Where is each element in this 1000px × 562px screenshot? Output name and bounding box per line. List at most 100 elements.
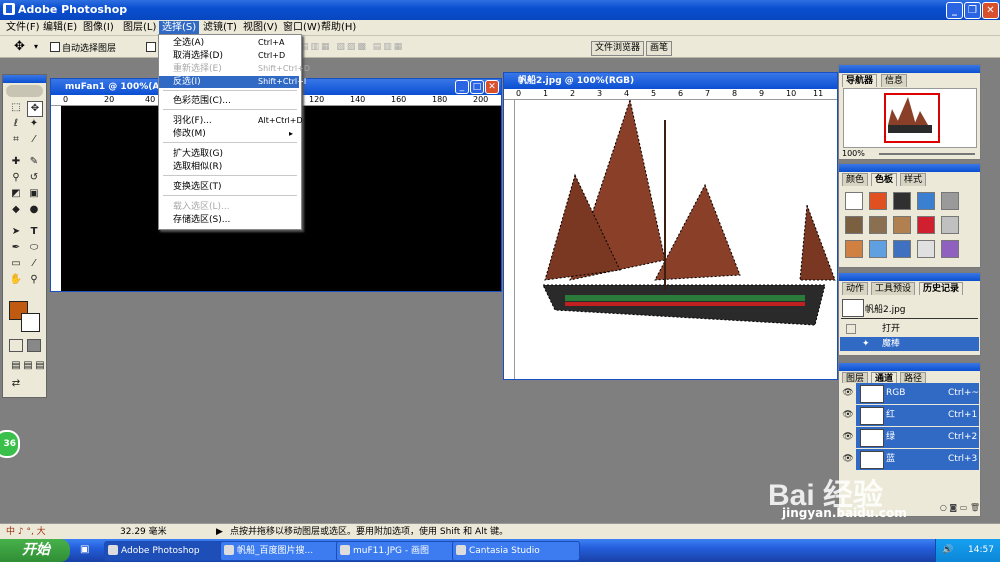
tray-icons[interactable]: 🔊 <box>942 539 953 562</box>
task-paint[interactable]: muF11.JPG - 画图 <box>336 541 464 561</box>
healing-brush-icon[interactable]: ✚ <box>9 155 23 169</box>
magic-wand-tool-icon[interactable]: ✦ <box>27 117 41 131</box>
menu-help[interactable]: 帮助(H) <box>318 21 359 34</box>
menu-item-save-selection[interactable]: 存储选区(S)... <box>159 214 299 226</box>
play-arrow-icon[interactable]: ▶ <box>216 524 223 540</box>
color-swatch[interactable] <box>893 216 911 234</box>
type-tool-icon[interactable]: T <box>27 225 41 239</box>
doc1-maximize-button[interactable]: □ <box>470 80 484 94</box>
channel-row-green[interactable]: 👁 绿 Ctrl+2 <box>840 427 979 449</box>
jump-to-imageready-icon[interactable]: ⇄ <box>9 377 23 391</box>
shape-tool-icon[interactable]: ⬭ <box>27 241 41 255</box>
menu-select[interactable]: 选择(S) <box>159 21 200 34</box>
maximize-button[interactable]: ❐ <box>964 2 981 19</box>
recording-badge[interactable]: 36 <box>0 430 20 458</box>
menu-item-feather[interactable]: 羽化(F)... Alt+Ctrl+D <box>159 115 303 127</box>
menu-item-select-all[interactable]: 全选(A) Ctrl+A <box>159 37 299 49</box>
minimize-button[interactable]: _ <box>946 2 963 19</box>
align-icons[interactable]: ▤▥▦ ▧▨▩ ▤▥▦ <box>300 42 404 52</box>
color-swatch[interactable] <box>941 216 959 234</box>
history-brush-icon[interactable]: ↺ <box>27 171 41 185</box>
color-swatch[interactable] <box>917 192 935 210</box>
history-item-open[interactable]: 打开 <box>840 322 979 336</box>
visibility-eye-icon[interactable]: 👁 <box>840 427 856 448</box>
menu-view[interactable]: 视图(V) <box>240 21 281 34</box>
doc1-close-button[interactable]: ✕ <box>485 80 499 94</box>
lasso-tool-icon[interactable]: ℓ <box>9 117 23 131</box>
background-color-swatch[interactable] <box>21 313 40 332</box>
hand-tool-icon[interactable]: ✋ <box>9 273 23 287</box>
toolbox-header[interactable] <box>3 75 46 83</box>
tab-tool-presets[interactable]: 工具预设 <box>871 282 916 295</box>
menu-item-color-range[interactable]: 色彩范围(C)... <box>159 95 299 107</box>
navigator-zoom-slider[interactable] <box>879 153 975 155</box>
task-baidu-images[interactable]: 帆船_百度图片搜... <box>220 541 348 561</box>
standard-mode-icon[interactable] <box>9 339 23 352</box>
menu-item-inverse[interactable]: 反选(I) Shift+Ctrl+I <box>159 76 306 88</box>
slice-tool-icon[interactable]: ⁄ <box>27 133 41 147</box>
history-brush-source-icon[interactable] <box>846 324 856 334</box>
eraser-tool-icon[interactable]: ◩ <box>9 187 23 201</box>
auto-select-checkbox[interactable] <box>50 42 60 53</box>
zoom-tool-icon[interactable]: ⚲ <box>27 273 41 287</box>
start-button[interactable]: 开始 <box>0 539 70 562</box>
pen-tool-icon[interactable]: ✒ <box>9 241 23 255</box>
color-swatch[interactable] <box>869 216 887 234</box>
document-title-bar[interactable]: 帆船2.jpg @ 100%(RGB) <box>504 73 837 89</box>
menu-filter[interactable]: 滤镜(T) <box>200 21 240 34</box>
show-bounding-checkbox[interactable] <box>146 42 156 53</box>
color-swatch[interactable] <box>941 240 959 258</box>
visibility-eye-icon[interactable]: 👁 <box>840 405 856 426</box>
dodge-tool-icon[interactable]: ● <box>27 203 41 217</box>
brush-tool-icon[interactable]: ✎ <box>27 155 41 169</box>
menu-item-grow[interactable]: 扩大选取(G) <box>159 148 299 160</box>
quickmask-mode-icon[interactable] <box>27 339 41 352</box>
menu-item-transform-selection[interactable]: 变换选区(T) <box>159 181 299 193</box>
color-swatch[interactable] <box>893 192 911 210</box>
color-swatch[interactable] <box>845 216 863 234</box>
clone-stamp-icon[interactable]: ⚲ <box>9 171 23 185</box>
marquee-tool-icon[interactable]: ⬚ <box>9 101 23 115</box>
panel-header[interactable] <box>839 273 980 281</box>
doc1-minimize-button[interactable]: _ <box>455 80 469 94</box>
history-snapshot-name[interactable]: 帆船2.jpg <box>865 302 906 315</box>
menu-item-modify[interactable]: 修改(M) ▸ <box>159 128 299 140</box>
color-swatch[interactable] <box>917 216 935 234</box>
tab-file-browser[interactable]: 文件浏览器 <box>591 41 645 56</box>
gradient-tool-icon[interactable]: ▣ <box>27 187 41 201</box>
window-title-bar[interactable]: Adobe Photoshop _ ❐ ✕ <box>0 0 1000 20</box>
tab-navigator[interactable]: 导航器 <box>842 74 878 87</box>
panel-header[interactable] <box>839 164 980 172</box>
color-swatch[interactable] <box>893 240 911 258</box>
tab-info[interactable]: 信息 <box>881 74 908 87</box>
tab-swatches[interactable]: 色板 <box>871 173 898 186</box>
navigator-zoom[interactable]: 100% <box>842 149 865 158</box>
color-swatch[interactable] <box>845 240 863 258</box>
task-photoshop[interactable]: Adobe Photoshop <box>104 541 232 561</box>
crop-tool-icon[interactable]: ⌗ <box>9 133 23 147</box>
menu-item-deselect[interactable]: 取消选择(D) Ctrl+D <box>159 50 299 62</box>
panel-header[interactable] <box>839 65 980 73</box>
menu-image[interactable]: 图像(I) <box>80 21 117 34</box>
quicklaunch-icon[interactable]: ▣ <box>80 544 89 555</box>
tool-preset-chevron-icon[interactable]: ▾ <box>34 42 38 51</box>
tab-styles[interactable]: 样式 <box>900 173 927 186</box>
visibility-eye-icon[interactable]: 👁 <box>840 383 856 404</box>
ime-status[interactable]: 中 ♪ °, 大 <box>6 524 46 540</box>
menu-file[interactable]: 文件(F) <box>3 21 43 34</box>
menu-item-similar[interactable]: 选取相似(R) <box>159 161 299 173</box>
move-tool-icon[interactable]: ✥ <box>14 39 25 54</box>
task-camtasia[interactable]: Cantasia Studio <box>452 541 580 561</box>
channel-row-rgb[interactable]: 👁 RGB Ctrl+~ <box>840 383 979 405</box>
screen-mode-3-icon[interactable]: ▤ <box>33 359 47 373</box>
visibility-eye-icon[interactable]: 👁 <box>840 449 856 470</box>
menu-edit[interactable]: 编辑(E) <box>40 21 80 34</box>
navigator-preview[interactable] <box>843 88 977 148</box>
path-select-icon[interactable]: ➤ <box>9 225 23 239</box>
channel-row-red[interactable]: 👁 红 Ctrl+1 <box>840 405 979 427</box>
menu-layer[interactable]: 图层(L) <box>120 21 159 34</box>
close-button[interactable]: ✕ <box>982 2 999 19</box>
eyedropper-tool-icon[interactable]: ⁄ <box>27 257 41 271</box>
canvas-sailboat[interactable] <box>515 98 837 379</box>
tab-history[interactable]: 历史记录 <box>919 282 964 295</box>
